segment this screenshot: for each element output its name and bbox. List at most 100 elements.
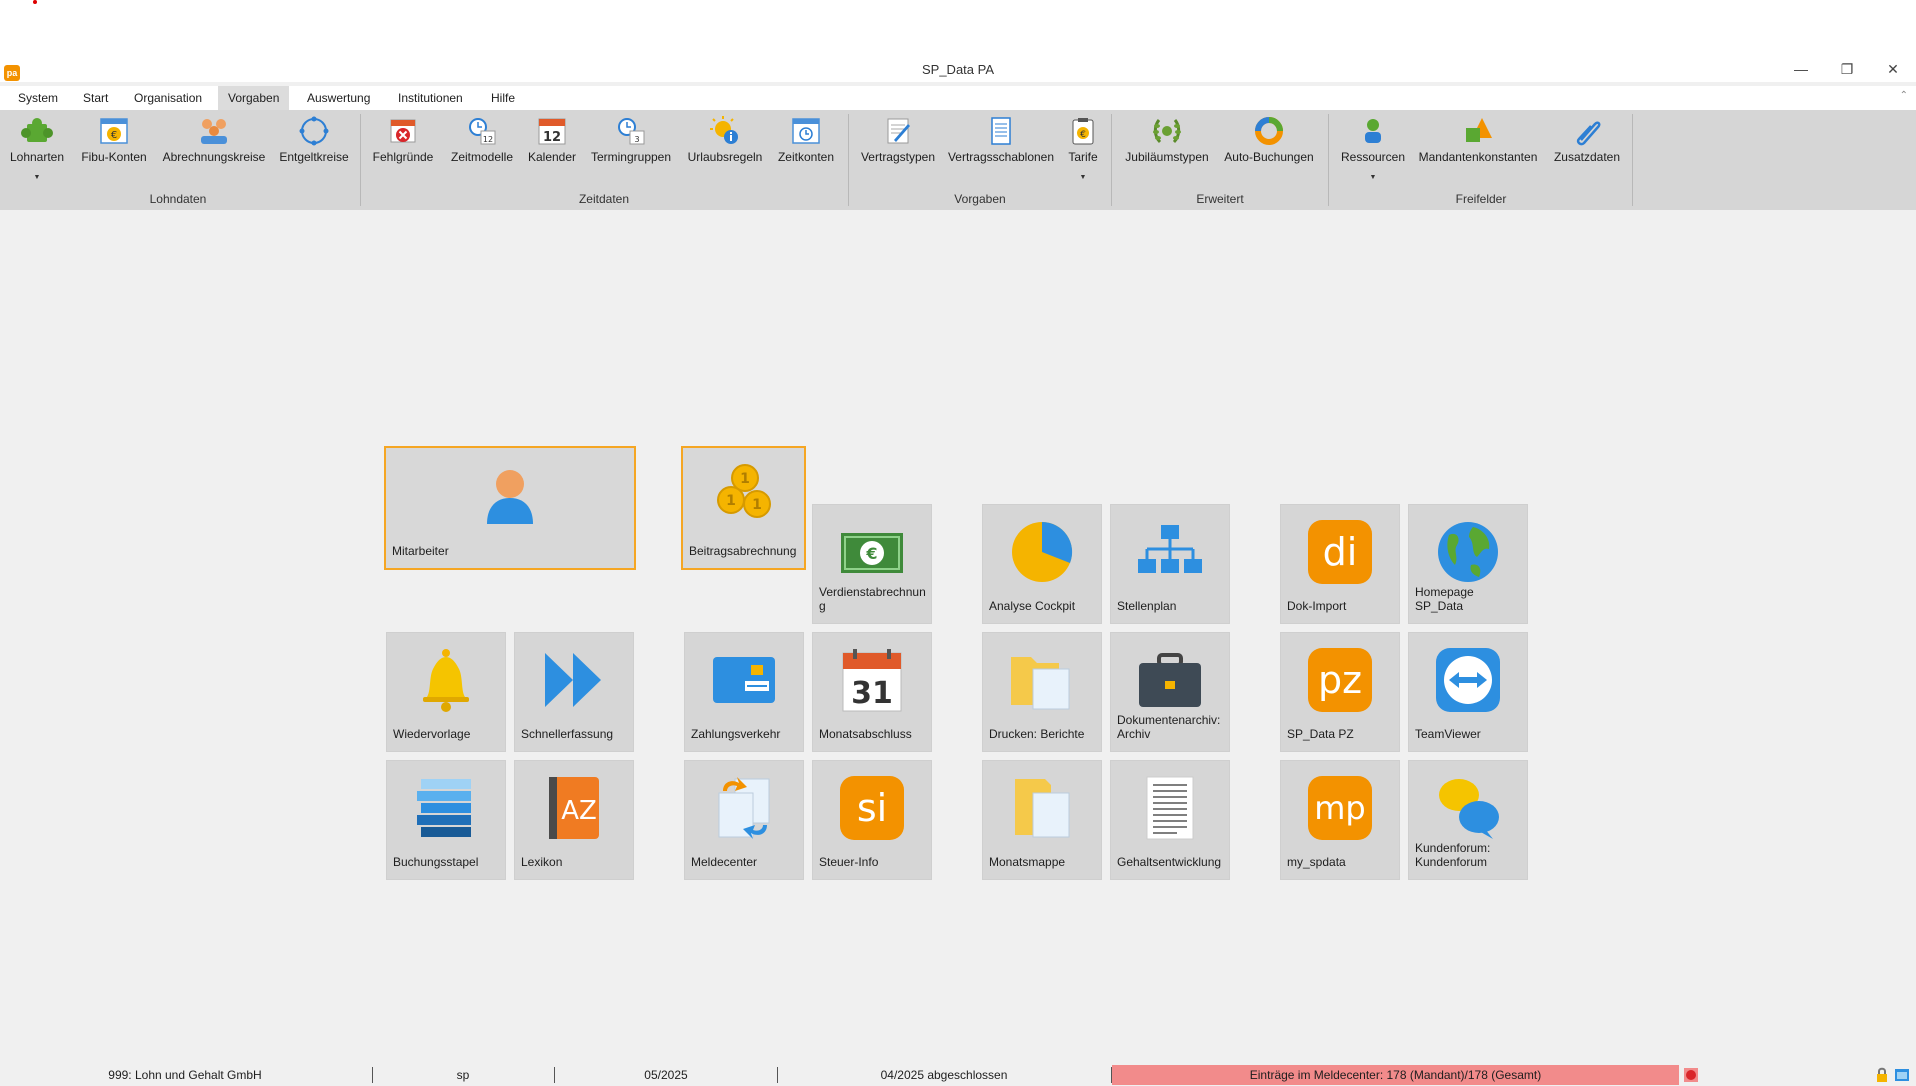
- tile-meldecenter-label: Meldecenter: [691, 855, 758, 869]
- menu-system[interactable]: System: [8, 86, 68, 110]
- jubilaeumstypen-button[interactable]: Jubiläumstypen: [1122, 116, 1212, 172]
- tile-teamviewer[interactable]: TeamViewer: [1408, 632, 1528, 752]
- zeitkonten-label: Zeitkonten: [777, 150, 835, 164]
- text-document-icon: [1146, 776, 1194, 840]
- tile-zahlungsverkehr-label: Zahlungsverkehr: [691, 727, 781, 741]
- ledger-window-icon: €: [100, 118, 128, 144]
- tile-teamviewer-label: TeamViewer: [1415, 727, 1481, 741]
- menu-bar: System Start Organisation Vorgaben Auswe…: [0, 86, 1916, 110]
- fehlgruende-button[interactable]: Fehlgründe: [370, 116, 436, 172]
- kalender-button[interactable]: 12 Kalender: [526, 116, 578, 172]
- auto-buchungen-button[interactable]: Auto-Buchungen: [1220, 116, 1318, 172]
- dropdown-arrow-icon[interactable]: ▼: [1338, 174, 1408, 181]
- record-icon[interactable]: [1683, 1067, 1699, 1083]
- tarife-button[interactable]: € Tarife ▼: [1064, 116, 1102, 181]
- sun-info-icon: [710, 116, 738, 144]
- termingruppen-button[interactable]: 3 Termingruppen: [586, 116, 676, 172]
- tile-buchungsstapel[interactable]: Buchungsstapel: [386, 760, 506, 880]
- tile-beitragsabrechnung[interactable]: 111 Beitragsabrechnung: [681, 446, 806, 570]
- tile-analyse-cockpit[interactable]: Analyse Cockpit: [982, 504, 1102, 624]
- dropdown-arrow-icon[interactable]: ▼: [4, 174, 70, 181]
- menu-institutionen[interactable]: Institutionen: [388, 86, 473, 110]
- tile-monatsabschluss[interactable]: 31 Monatsabschluss: [812, 632, 932, 752]
- tile-mitarbeiter[interactable]: Mitarbeiter: [384, 446, 636, 570]
- minimize-button[interactable]: —: [1778, 56, 1824, 82]
- collapse-ribbon-icon[interactable]: ⌃: [1900, 90, 1908, 101]
- svg-text:1: 1: [752, 497, 762, 513]
- tile-buchungsstapel-label: Buchungsstapel: [393, 855, 479, 869]
- restore-button[interactable]: ❐: [1824, 56, 1870, 82]
- dropdown-arrow-icon[interactable]: ▼: [1064, 174, 1102, 181]
- mandantenkonstanten-button[interactable]: Mandantenkonstanten: [1414, 116, 1542, 172]
- jubilaeumstypen-label: Jubiläumstypen: [1125, 150, 1209, 164]
- lock-icon[interactable]: [1874, 1067, 1890, 1083]
- cycle-ring-icon: [1255, 117, 1283, 145]
- close-button[interactable]: ✕: [1870, 56, 1916, 82]
- tile-monatsmappe-label: Monatsmappe: [989, 855, 1066, 869]
- svg-text:si: si: [857, 786, 887, 830]
- tile-sp-data-pz-label: SP_Data PZ: [1287, 727, 1354, 741]
- status-mandant: 999: Lohn und Gehalt GmbH: [108, 1068, 262, 1082]
- tile-lexikon[interactable]: AZ Lexikon: [514, 760, 634, 880]
- tile-sp-data-pz[interactable]: pz SP_Data PZ: [1280, 632, 1400, 752]
- tile-monatsmappe[interactable]: Monatsmappe: [982, 760, 1102, 880]
- people-group-icon: [201, 119, 227, 144]
- tile-analyse-cockpit-label: Analyse Cockpit: [989, 599, 1076, 613]
- folder-document-icon: [1011, 657, 1070, 710]
- teamviewer-icon: [1436, 648, 1500, 712]
- clipboard-euro-icon: €: [1072, 118, 1094, 145]
- svg-text:AZ: AZ: [561, 796, 597, 826]
- urlaubsregeln-button[interactable]: Urlaubsregeln: [684, 116, 766, 172]
- tile-verdienstabrechnung[interactable]: € Verdienstabrechnun g: [812, 504, 932, 624]
- tile-homepage[interactable]: Homepage SP_Data: [1408, 504, 1528, 624]
- lohnarten-button[interactable]: Lohnarten ▼: [4, 116, 70, 181]
- tile-wiedervorlage[interactable]: Wiedervorlage: [386, 632, 506, 752]
- zeitkonten-button[interactable]: Zeitkonten: [774, 116, 838, 172]
- tile-my-spdata[interactable]: mp my_spdata: [1280, 760, 1400, 880]
- lohnarten-label: Lohnarten: [9, 150, 65, 164]
- menu-hilfe[interactable]: Hilfe: [481, 86, 525, 110]
- status-closed: 04/2025 abgeschlossen: [880, 1068, 1008, 1082]
- ribbon: Lohnarten ▼ € Fibu-Konten Abrechnungskre…: [0, 110, 1916, 210]
- menu-vorgaben[interactable]: Vorgaben: [218, 86, 290, 110]
- bell-icon: [423, 649, 469, 712]
- tile-dok-import[interactable]: di Dok-Import: [1280, 504, 1400, 624]
- menu-auswertung[interactable]: Auswertung: [297, 86, 380, 110]
- svg-text:31: 31: [851, 676, 893, 711]
- status-separator: [777, 1067, 778, 1083]
- clock-calendar-icon: 12: [469, 118, 496, 145]
- paperclip-icon: [1576, 121, 1601, 146]
- tile-beitragsabrechnung-label: Beitragsabrechnung: [689, 544, 797, 558]
- entgeltkreise-button[interactable]: Entgeltkreise: [277, 116, 351, 172]
- window-icon[interactable]: [1894, 1067, 1910, 1083]
- ressourcen-button[interactable]: Ressourcen ▼: [1338, 116, 1408, 181]
- chat-bubbles-icon: [1439, 779, 1499, 839]
- tile-gehaltsentwicklung[interactable]: Gehaltsentwicklung: [1110, 760, 1230, 880]
- tile-zahlungsverkehr[interactable]: Zahlungsverkehr: [684, 632, 804, 752]
- tile-stellenplan[interactable]: Stellenplan: [1110, 504, 1230, 624]
- meldecenter-alert[interactable]: Einträge im Meldecenter: 178 (Mandant)/1…: [1112, 1065, 1679, 1085]
- coins-icon: 11 1: [716, 464, 771, 518]
- tile-kundenforum-label: Kundenforum: Kundenforum: [1415, 841, 1491, 869]
- vertragsschablonen-label: Vertragsschablonen: [947, 150, 1055, 164]
- tile-schnellerfassung[interactable]: Schnellerfassung: [514, 632, 634, 752]
- tile-meldecenter[interactable]: Meldecenter: [684, 760, 804, 880]
- window-title: SP_Data PA: [921, 62, 995, 77]
- tile-kundenforum[interactable]: Kundenforum: Kundenforum: [1408, 760, 1528, 880]
- tile-drucken-berichte[interactable]: Drucken: Berichte: [982, 632, 1102, 752]
- group-separator: [1632, 114, 1633, 206]
- fibu-konten-button[interactable]: € Fibu-Konten: [78, 116, 150, 172]
- zusatzdaten-button[interactable]: Zusatzdaten: [1550, 116, 1624, 172]
- group-separator: [1328, 114, 1329, 206]
- tile-steuer-info[interactable]: si Steuer-Info: [812, 760, 932, 880]
- abrechnungskreise-button[interactable]: Abrechnungskreise: [160, 116, 268, 172]
- tile-dokumentenarchiv[interactable]: Dokumentenarchiv: Archiv: [1110, 632, 1230, 752]
- zeitmodelle-button[interactable]: 12 Zeitmodelle: [446, 116, 518, 172]
- tile-dok-import-label: Dok-Import: [1287, 599, 1347, 613]
- globe-person-icon: [1365, 119, 1381, 143]
- vertragstypen-button[interactable]: Vertragstypen: [858, 116, 938, 172]
- menu-start[interactable]: Start: [73, 86, 118, 110]
- menu-organisation[interactable]: Organisation: [124, 86, 212, 110]
- person-icon: [487, 470, 533, 524]
- vertragsschablonen-button[interactable]: Vertragsschablonen: [946, 116, 1056, 172]
